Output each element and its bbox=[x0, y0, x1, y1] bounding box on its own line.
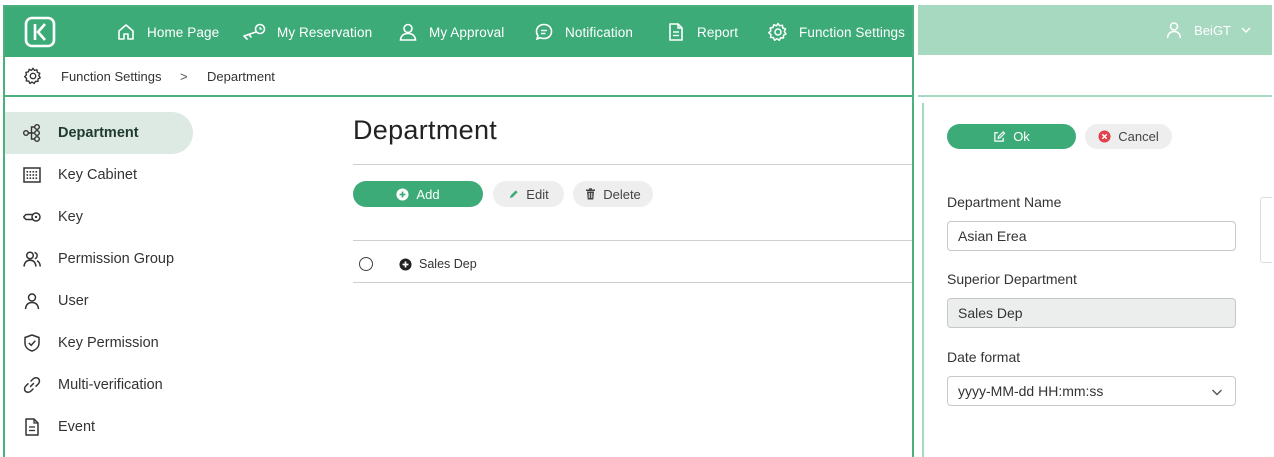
document-icon bbox=[25, 418, 39, 436]
nav-my-reservation[interactable]: My Reservation bbox=[241, 7, 372, 57]
close-circle-icon bbox=[1098, 130, 1111, 143]
nav-notification[interactable]: Notification bbox=[533, 7, 633, 57]
top-bar-right: BeiGT bbox=[918, 5, 1272, 55]
nav-label: Report bbox=[697, 24, 739, 40]
user-name: BeiGT bbox=[1194, 22, 1231, 38]
breadcrumb-divider bbox=[918, 95, 1272, 97]
superior-department-value: Sales Dep bbox=[958, 305, 1023, 321]
ok-button[interactable]: Ok bbox=[947, 124, 1076, 149]
sidebar-item-label: User bbox=[58, 293, 89, 309]
department-form-panel: BeiGT Ok Cancel Department Name Asian Er… bbox=[918, 5, 1272, 457]
breadcrumb-current-page: Department bbox=[207, 69, 275, 84]
user-icon bbox=[399, 23, 417, 41]
sidebar-item-label: Key Permission bbox=[58, 335, 159, 351]
superior-department-input: Sales Dep bbox=[947, 298, 1236, 328]
nav-label: Notification bbox=[565, 24, 633, 40]
top-navigation-bar: Home Page My Reservation My Approval Not… bbox=[5, 7, 912, 57]
tree-node-label[interactable]: Sales Dep bbox=[419, 257, 477, 271]
main-window: Home Page My Reservation My Approval Not… bbox=[3, 5, 914, 457]
tree-top-border bbox=[353, 240, 912, 241]
gear-icon bbox=[23, 67, 41, 85]
cancel-button-label: Cancel bbox=[1118, 129, 1159, 144]
key-reservation-icon bbox=[243, 23, 266, 40]
document-icon bbox=[669, 23, 683, 41]
ok-button-label: Ok bbox=[1013, 129, 1030, 144]
sidebar-item-label: Permission Group bbox=[58, 251, 175, 267]
row-radio-button[interactable] bbox=[359, 257, 373, 271]
sidebar-item-user[interactable]: User bbox=[5, 280, 193, 322]
tree-bottom-border bbox=[353, 282, 912, 283]
date-format-label: Date format bbox=[947, 349, 1021, 365]
superior-department-label: Superior Department bbox=[947, 271, 1077, 287]
org-chart-icon bbox=[23, 124, 40, 142]
sidebar-item-key-cabinet[interactable]: Key Cabinet bbox=[5, 154, 193, 196]
department-name-value: Asian Erea bbox=[958, 228, 1027, 244]
users-icon bbox=[23, 251, 42, 267]
key-icon bbox=[22, 212, 41, 222]
nav-my-approval[interactable]: My Approval bbox=[397, 7, 504, 57]
panel-left-border bbox=[922, 103, 924, 457]
plus-circle-icon bbox=[396, 187, 409, 201]
user-menu[interactable]: BeiGT bbox=[1164, 5, 1252, 55]
delete-button[interactable]: Delete bbox=[573, 181, 653, 207]
sidebar-item-multi-verification[interactable]: Multi-verification bbox=[5, 364, 193, 406]
page-title: Department bbox=[353, 115, 498, 145]
nav-label: My Approval bbox=[429, 24, 505, 40]
department-name-input[interactable]: Asian Erea bbox=[947, 221, 1236, 251]
breadcrumb-separator: > bbox=[180, 69, 188, 84]
breadcrumb: Function Settings > Department bbox=[5, 57, 912, 97]
nav-function-settings[interactable]: Function Settings bbox=[767, 7, 905, 57]
trash-icon bbox=[586, 188, 596, 200]
sidebar-item-label: Multi-verification bbox=[58, 377, 163, 393]
expand-plus-icon[interactable] bbox=[399, 258, 412, 271]
sidebar-item-label: Department bbox=[58, 125, 139, 141]
edit-square-icon bbox=[994, 131, 1006, 142]
nav-label: Function Settings bbox=[799, 24, 906, 40]
home-icon bbox=[118, 24, 134, 40]
sidebar-item-label: Key Cabinet bbox=[58, 167, 137, 183]
add-button-label: Add bbox=[416, 186, 440, 202]
nav-home-page[interactable]: Home Page bbox=[115, 7, 219, 57]
shield-check-icon bbox=[24, 334, 40, 352]
date-format-value: yyyy-MM-dd HH:mm:ss bbox=[958, 383, 1104, 399]
nav-label: My Reservation bbox=[277, 24, 373, 40]
department-name-label: Department Name bbox=[947, 194, 1062, 210]
nav-report[interactable]: Report bbox=[665, 7, 738, 57]
cancel-button[interactable]: Cancel bbox=[1085, 124, 1172, 149]
nav-label: Home Page bbox=[147, 24, 220, 40]
edit-button[interactable]: Edit bbox=[493, 181, 564, 207]
user-icon bbox=[24, 293, 40, 310]
delete-button-label: Delete bbox=[603, 186, 641, 202]
breadcrumb-section-link[interactable]: Function Settings bbox=[61, 69, 161, 84]
pencil-icon bbox=[510, 189, 518, 198]
sidebar-item-label: Event bbox=[58, 419, 96, 435]
sidebar-item-department[interactable]: Department bbox=[5, 112, 193, 154]
sidebar-item-permission-group[interactable]: Permission Group bbox=[5, 238, 193, 280]
sidebar-item-key[interactable]: Key bbox=[5, 196, 193, 238]
cabinet-icon bbox=[23, 167, 41, 183]
sidebar-item-event[interactable]: Event bbox=[5, 406, 193, 448]
sidebar-item-key-permission[interactable]: Key Permission bbox=[5, 322, 193, 364]
app-logo-icon[interactable] bbox=[24, 16, 56, 48]
gear-icon bbox=[768, 22, 787, 42]
scrollbar-handle[interactable] bbox=[1260, 197, 1272, 263]
edit-button-label: Edit bbox=[526, 186, 549, 202]
chevron-down-icon bbox=[1212, 389, 1222, 396]
sidebar: Department Key Cabinet Key Permission Gr… bbox=[5, 99, 305, 457]
link-icon bbox=[23, 377, 41, 393]
user-icon bbox=[1166, 22, 1182, 39]
sidebar-item-label: Key bbox=[58, 209, 83, 225]
date-format-select[interactable]: yyyy-MM-dd HH:mm:ss bbox=[947, 376, 1236, 406]
add-button[interactable]: Add bbox=[353, 181, 483, 207]
divider bbox=[353, 164, 912, 165]
chat-icon bbox=[535, 23, 553, 41]
chevron-down-icon bbox=[1241, 27, 1251, 34]
